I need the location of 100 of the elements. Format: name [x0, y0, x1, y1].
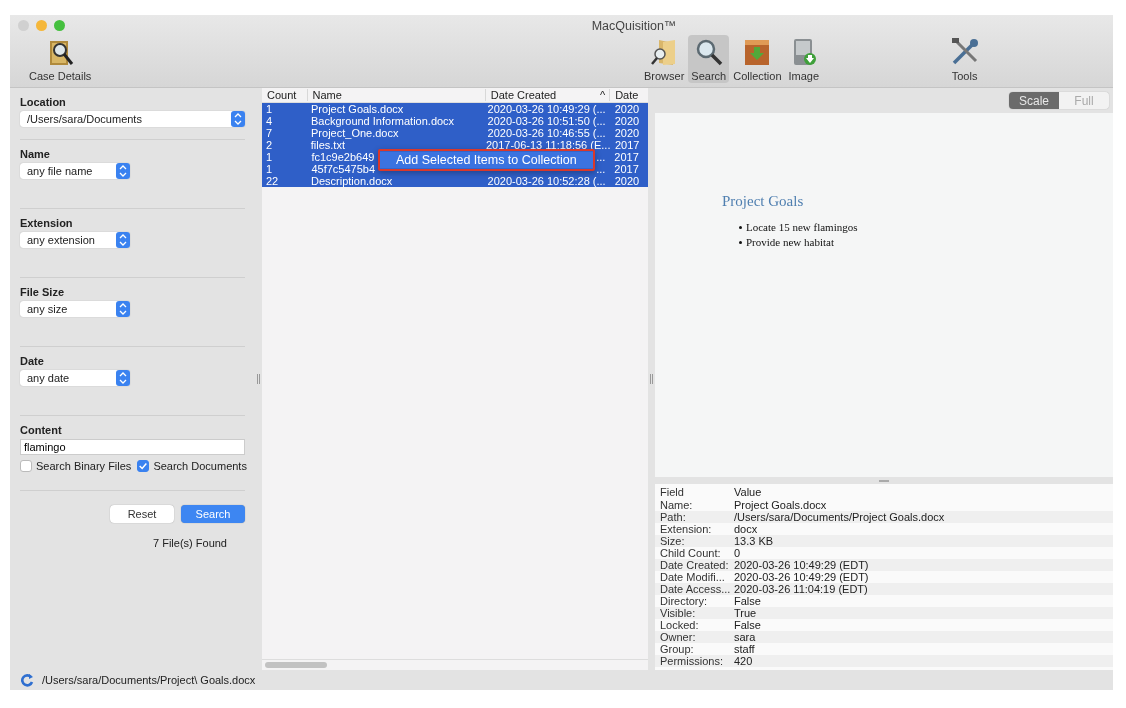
field-name: Visible: [660, 607, 697, 619]
table-row[interactable]: 4 Background Information.docx 2020-03-26 10:51:50 (... 2020 [262, 115, 648, 127]
table-row[interactable]: 22 Description.docx 2020-03-26 10:52:28 (... 2020 [262, 175, 648, 187]
file-path: /Users/sara/Documents/Project\ Goals.docx [42, 674, 256, 686]
toolbar-button[interactable]: Search [688, 35, 730, 83]
dropdown[interactable]: any extension [20, 232, 130, 248]
checkbox[interactable]: Search Binary Files [20, 460, 132, 472]
table-cell: 22 [266, 175, 279, 187]
column-header[interactable]: Name [306, 89, 485, 101]
column-header[interactable]: Field [660, 486, 734, 499]
bullet-text: Provide new habitat [746, 235, 834, 250]
field-value: sara [734, 631, 756, 643]
table-cell: 2020-03-26 10:51:50 (... [487, 115, 606, 127]
push-button[interactable]: Reset [110, 505, 174, 523]
table-cell: Project Goals.docx [311, 103, 404, 115]
field-name: Extension: [660, 523, 713, 535]
field-value: 0 [734, 547, 741, 559]
dropdown[interactable]: /Users/sara/Documents [20, 111, 245, 127]
bullet-text: Locate 15 new flamingos [746, 220, 858, 235]
field-value: 2020-03-26 10:49:29 (EDT) [734, 571, 869, 583]
table-cell: 4 [266, 115, 273, 127]
close-button[interactable] [18, 20, 29, 31]
toolbar-button[interactable]: Tools [822, 35, 1107, 83]
splitter-handle[interactable] [879, 479, 889, 482]
table-cell: 2020 [614, 175, 640, 187]
table-cell: files.txt [310, 139, 345, 151]
field-name: Name: [660, 499, 694, 511]
column-header[interactable]: Value [734, 486, 762, 499]
table-cell: 2017 [614, 163, 639, 175]
bullet-icon [739, 241, 742, 244]
field-name: Permissions: [660, 655, 724, 667]
column-header[interactable]: Count [262, 89, 307, 101]
table-cell: 45f7c5475b4 [311, 163, 376, 175]
field-name: Group: [660, 643, 695, 655]
table-cell: 7 [266, 127, 273, 139]
table-cell: 2020 [614, 127, 640, 139]
field-value: /Users/sara/Documents/Project Goals.docx [734, 511, 945, 523]
dropdown[interactable]: any file name [20, 163, 130, 179]
stepper-icon [231, 111, 245, 127]
field-value: False [734, 619, 761, 631]
field-name: Date Modifi... [660, 571, 726, 583]
document-heading: Project Goals [722, 193, 805, 210]
field-value: True [734, 607, 757, 619]
dropdown[interactable]: any size [20, 301, 130, 317]
stepper-icon [116, 370, 130, 386]
field-name: Owner: [660, 631, 697, 643]
tools-icon [949, 37, 980, 67]
toolbar-button[interactable]: Browser [641, 35, 688, 83]
table-cell: 2020 [614, 115, 640, 127]
column-header[interactable]: Date [609, 89, 648, 101]
splitter-handle[interactable] [650, 374, 653, 384]
table-row[interactable]: 7 Project_One.docx 2020-03-26 10:46:55 (... 2020 [262, 127, 648, 139]
table-cell: 1 [266, 163, 273, 175]
table-cell: Background Information.docx [311, 115, 455, 127]
table-cell: 2 [266, 139, 273, 151]
stepper-icon [116, 301, 130, 317]
toolbar-button[interactable]: Image [785, 35, 823, 83]
column-header[interactable]: Date Created ^ [484, 89, 610, 101]
content-field[interactable]: flamingo [20, 439, 245, 455]
toolbar-button[interactable]: Case Details [26, 35, 95, 83]
field-value: 420 [734, 655, 753, 667]
table-cell: 2020-03-26 10:46:55 (... [487, 127, 606, 139]
table-cell: fc1c9e2b649 [311, 151, 375, 163]
push-button[interactable]: Search [181, 505, 245, 523]
section-label: Content [20, 424, 63, 436]
section-label: Name [20, 148, 51, 160]
section-label: Date [20, 355, 45, 367]
table-cell: ... [596, 151, 606, 163]
section-label: Location [20, 96, 67, 108]
field-name: Directory: [660, 595, 709, 607]
field-value: 13.3 KB [734, 535, 774, 547]
field-name: Date Created: [660, 559, 730, 571]
dropdown[interactable]: any date [20, 370, 130, 386]
table-cell: 2017 [614, 151, 639, 163]
window-title: MacQuisition™ [591, 19, 677, 33]
splitter-handle[interactable] [257, 374, 260, 384]
table-cell: 1 [266, 103, 273, 115]
field-value: staff [734, 643, 755, 655]
stepper-icon [116, 232, 130, 248]
table-row[interactable]: 1 Project Goals.docx 2020-03-26 10:49:29 (... 2020 [262, 103, 648, 115]
table-cell: 1 [266, 151, 273, 163]
zoom-button[interactable] [54, 20, 65, 31]
toolbar-button[interactable]: Collection [730, 35, 785, 83]
field-name: Date Access... [660, 583, 732, 595]
field-name: Path: [660, 511, 687, 523]
bullet-icon [739, 226, 742, 229]
minimize-button[interactable] [36, 20, 47, 31]
scrollbar-thumb[interactable] [265, 662, 327, 668]
table-cell: Description.docx [311, 175, 393, 187]
menu-item[interactable]: Add Selected Items to Collection [380, 152, 593, 168]
segment-button[interactable]: Scale [1009, 92, 1059, 109]
table-cell: 2020-03-26 10:49:29 (... [487, 103, 606, 115]
section-label: Extension [20, 217, 74, 229]
checkbox[interactable]: Search Documents [137, 460, 247, 472]
field-name: Locked: [660, 619, 700, 631]
field-value: 2020-03-26 11:04:19 (EDT) [734, 583, 868, 595]
table-cell: 2020-03-26 10:52:28 (... [487, 175, 606, 187]
field-value: docx [734, 523, 758, 535]
refresh-icon[interactable] [20, 673, 34, 687]
result-count: 7 File(s) Found [152, 537, 228, 549]
